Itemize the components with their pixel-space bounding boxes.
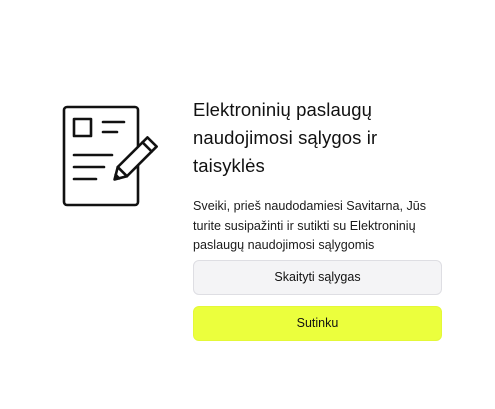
document-pencil-icon <box>62 105 164 207</box>
agree-button[interactable]: Sutinku <box>193 306 442 341</box>
terms-title: Elektroninių paslaugų naudojimosi sąlygo… <box>193 99 378 176</box>
read-terms-button[interactable]: Skaityti sąlygas <box>193 260 442 295</box>
terms-description: Sveiki, prieš naudodamiesi Savitarna, Jū… <box>193 199 427 252</box>
terms-panel: Elektroninių paslaugų naudojimosi sąlygo… <box>193 96 443 256</box>
